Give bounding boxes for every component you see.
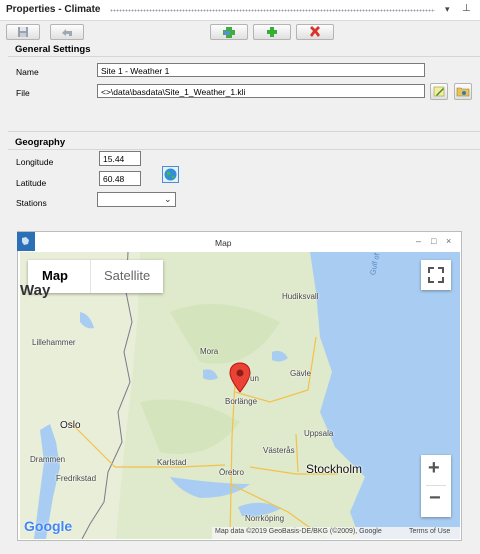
label-stockholm: Stockholm	[306, 462, 363, 476]
label-norrkoping: Norrköping	[245, 514, 285, 523]
label-way: Way	[20, 282, 51, 299]
longitude-field[interactable]: 15.44	[99, 151, 141, 166]
save-button[interactable]	[6, 24, 40, 40]
file-field[interactable]: <>\data\basdata\Site_1_Weather_1.kli	[97, 84, 425, 98]
label-oslo: Oslo	[60, 420, 81, 431]
label-fredrikstad: Fredrikstad	[56, 474, 97, 483]
label-falun: un	[250, 374, 259, 383]
add-button[interactable]	[253, 24, 291, 40]
label-gavle: Gävle	[290, 369, 311, 378]
geography-top-separator	[8, 131, 480, 132]
label-drammen: Drammen	[30, 455, 66, 464]
general-settings-separator	[8, 56, 480, 57]
map-attribution: Map data ©2019 GeoBasis-DE/BKG (©2009), …	[215, 528, 382, 535]
tab-map[interactable]: Map	[42, 268, 68, 283]
pin-icon[interactable]: ⊥	[462, 3, 471, 14]
globe-button[interactable]	[162, 166, 179, 183]
attribution-bar: Map data ©2019 GeoBasis-DE/BKG (©2009), …	[212, 527, 460, 539]
undo-button[interactable]	[50, 24, 84, 40]
name-field[interactable]: Site 1 - Weather 1	[97, 63, 425, 77]
panel-title-bar: Properties - Climate ▾ ⊥	[0, 0, 480, 21]
location-marker-icon[interactable]	[229, 362, 251, 394]
stations-label: Stations	[16, 198, 47, 208]
globe-icon	[164, 168, 177, 181]
edit-icon	[433, 86, 445, 97]
latitude-field[interactable]: 60.48	[99, 171, 141, 186]
stations-chevron-down-icon[interactable]: ⌄	[164, 194, 172, 205]
map-window-title: Map	[215, 238, 232, 248]
terms-link[interactable]: Terms of Use	[409, 528, 450, 535]
general-settings-header: General Settings	[15, 44, 91, 55]
map-graphic	[20, 252, 460, 539]
dropdown-arrow-icon[interactable]: ▾	[445, 4, 450, 15]
close-icon[interactable]: ×	[446, 236, 451, 246]
title-grip	[110, 9, 435, 12]
label-uppsala: Uppsala	[304, 429, 334, 438]
map-canvas[interactable]: Map Satellite + − Way Lillehammer Hudiks…	[20, 252, 460, 539]
delete-icon	[310, 26, 320, 37]
google-logo: Google	[24, 518, 73, 534]
zoom-in-button[interactable]: +	[428, 457, 440, 480]
undo-icon	[62, 29, 72, 36]
label-karlstad: Karlstad	[157, 458, 187, 467]
label-orebro: Örebro	[219, 468, 244, 477]
add-icon	[267, 27, 277, 37]
maximize-icon[interactable]: □	[431, 236, 436, 246]
geography-header: Geography	[15, 137, 66, 148]
latitude-label: Latitude	[16, 178, 47, 188]
tab-satellite[interactable]: Satellite	[104, 268, 150, 283]
folder-icon	[456, 87, 470, 97]
label-lillehammer: Lillehammer	[32, 338, 76, 347]
label-vasteras: Västerås	[263, 446, 295, 455]
map-app-icon	[17, 232, 35, 251]
zoom-out-button[interactable]: −	[429, 487, 441, 510]
import-button[interactable]	[210, 24, 248, 40]
delete-button[interactable]	[296, 24, 334, 40]
label-borlange: Borlänge	[225, 397, 258, 406]
map-type-divider	[90, 260, 91, 293]
geography-separator	[8, 149, 480, 150]
label-hudiksvall: Hudiksvall	[282, 292, 319, 301]
file-label: File	[16, 88, 30, 98]
edit-file-button[interactable]	[430, 83, 448, 100]
minimize-icon[interactable]: –	[416, 236, 421, 246]
fullscreen-button[interactable]	[421, 260, 451, 290]
fullscreen-icon	[428, 267, 444, 283]
zoom-divider	[426, 485, 446, 486]
label-mora: Mora	[200, 347, 219, 356]
import-icon	[223, 27, 235, 38]
longitude-label: Longitude	[16, 157, 54, 167]
browse-file-button[interactable]	[454, 83, 472, 100]
save-icon	[18, 27, 28, 37]
name-label: Name	[16, 67, 39, 77]
panel-title: Properties - Climate	[6, 4, 101, 15]
zoom-control: + −	[421, 455, 451, 517]
